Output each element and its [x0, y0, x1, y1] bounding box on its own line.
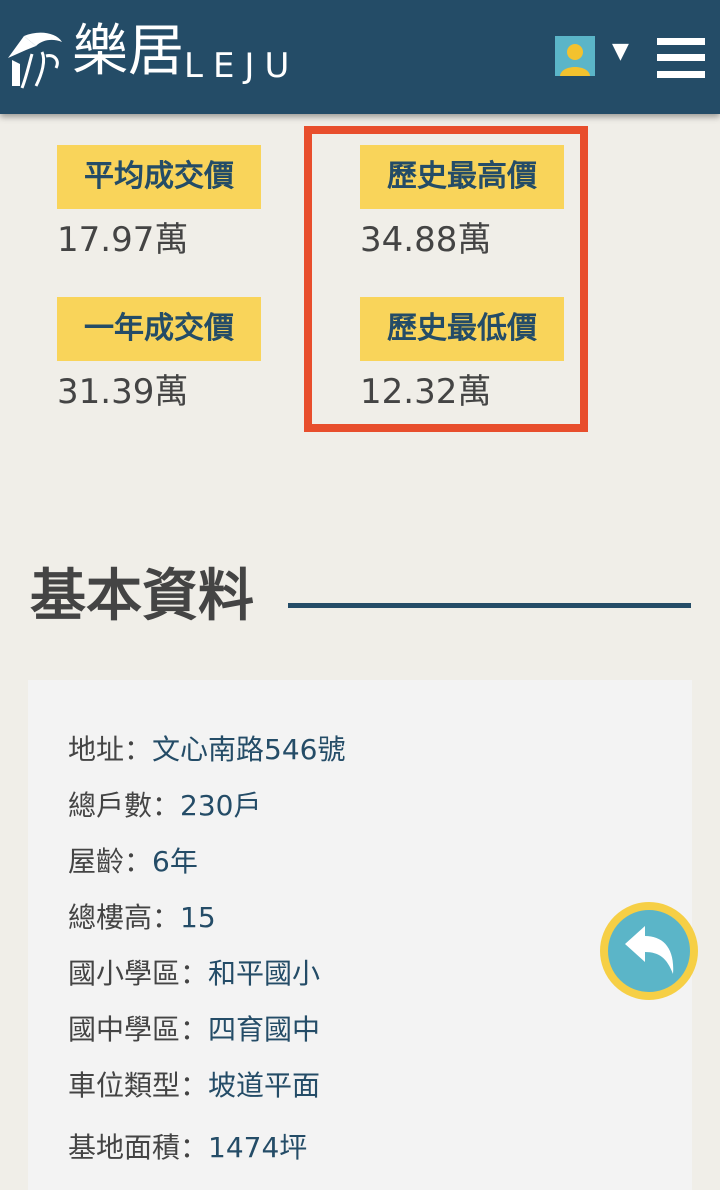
average-price-label: 平均成交價 [57, 145, 261, 209]
info-value: 坡道平面 [208, 1069, 321, 1102]
user-avatar-icon[interactable] [555, 36, 595, 76]
info-row-building-age: 屋齡：6年 [68, 842, 198, 882]
dropdown-caret-icon[interactable]: ▼ [612, 40, 629, 64]
heading-divider [288, 603, 691, 608]
info-value: 和平國小 [208, 957, 321, 990]
highest-price-value: 34.88萬 [360, 220, 492, 260]
info-key: 國小學區： [68, 957, 209, 990]
average-price-value: 17.97萬 [57, 220, 189, 260]
back-button[interactable] [600, 902, 698, 1000]
info-row-address: 地址：文心南路546號 [68, 730, 345, 770]
info-key: 屋齡： [68, 845, 153, 878]
info-key: 地址： [68, 733, 153, 766]
info-value: 6年 [152, 845, 198, 878]
info-key: 國中學區： [68, 1013, 209, 1046]
one-year-price-value: 31.39萬 [57, 372, 189, 412]
info-value: 四育國中 [208, 1013, 321, 1046]
info-row-households: 總戶數：230戶 [68, 786, 261, 826]
lowest-price-label: 歷史最低價 [360, 297, 564, 361]
top-header: 樂居 LEJU ▼ [0, 0, 720, 114]
info-value: 15 [180, 901, 216, 934]
hamburger-menu-icon[interactable] [657, 38, 705, 78]
info-row-elementary-district: 國小學區：和平國小 [68, 954, 320, 994]
lowest-price-value: 12.32萬 [360, 372, 492, 412]
info-value: 文心南路546號 [152, 733, 346, 766]
basic-info-heading: 基本資料 [30, 564, 254, 629]
highest-price-label: 歷史最高價 [360, 145, 564, 209]
info-row-site-area: 基地面積：1474坪 [68, 1128, 307, 1168]
back-arrow-icon [625, 926, 674, 974]
info-row-parking-type: 車位類型：坡道平面 [68, 1066, 320, 1106]
info-key: 總戶數： [68, 789, 181, 822]
logo-english-text[interactable]: LEJU [184, 46, 299, 86]
info-value: 230戶 [180, 789, 262, 822]
info-key: 車位類型： [68, 1069, 209, 1102]
info-row-junior-high-district: 國中學區：四育國中 [68, 1010, 320, 1050]
one-year-price-label: 一年成交價 [57, 297, 261, 361]
info-key: 基地面積： [68, 1131, 209, 1164]
leju-logo-icon[interactable] [2, 24, 68, 90]
logo-chinese-text[interactable]: 樂居 [72, 16, 184, 88]
info-key: 總樓高： [68, 901, 181, 934]
info-value: 1474坪 [208, 1131, 308, 1164]
info-row-total-floors: 總樓高：15 [68, 898, 216, 938]
